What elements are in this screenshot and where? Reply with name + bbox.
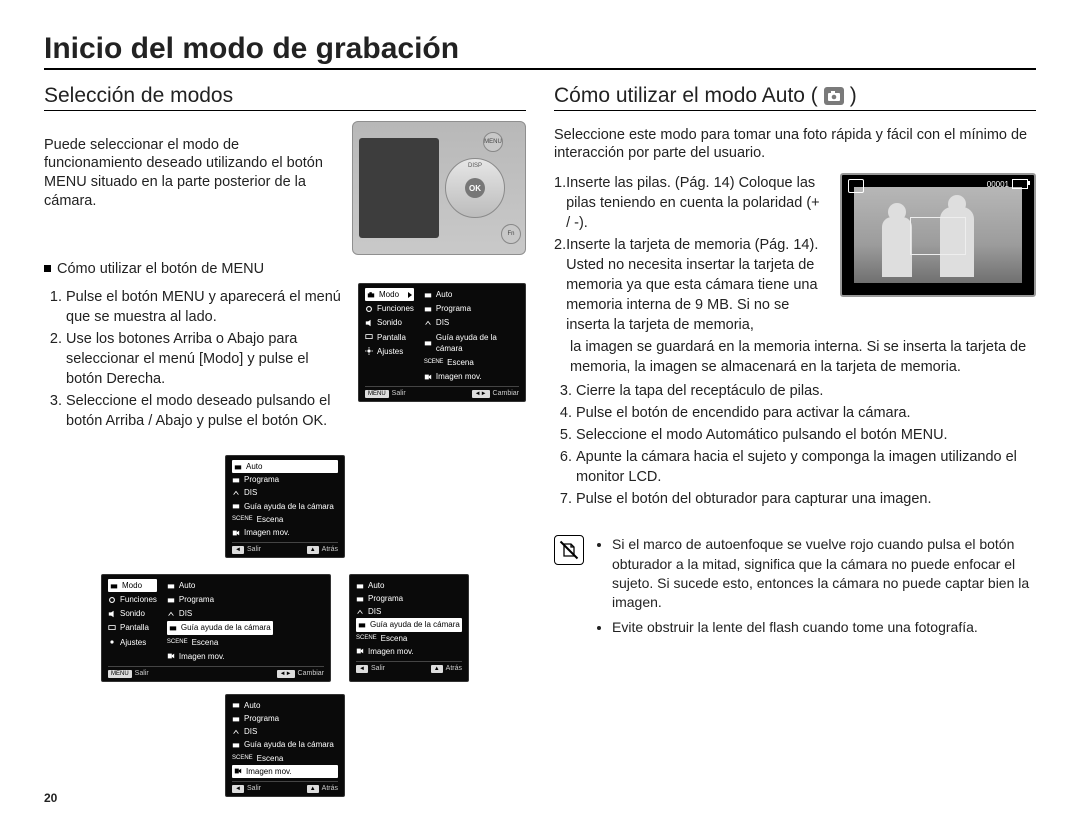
note-1: Si el marco de autoenfoque se vuelve roj… (612, 535, 1036, 612)
fn-button: Fn (501, 224, 521, 244)
display-icon (365, 333, 373, 341)
settings-icon (365, 347, 373, 355)
right-step-1: Inserte las pilas. (Pág. 14) Coloque las… (566, 173, 826, 233)
dis-icon (232, 489, 240, 497)
movie-icon (356, 647, 364, 655)
movie-icon (424, 373, 432, 381)
guide-icon (169, 624, 177, 632)
guide-icon (424, 339, 432, 347)
program-icon (232, 476, 240, 484)
dis-icon (424, 319, 432, 327)
dis-icon (356, 608, 364, 616)
lcd-preview: 00001 (840, 173, 1036, 297)
subject-bride (882, 217, 912, 277)
right-step-6: Apunte la cámara hacia el sujeto y compo… (576, 447, 1036, 487)
auto-mode-icon (824, 87, 844, 105)
dis-icon (232, 728, 240, 736)
osd-modes-auto: Auto Programa DIS Guía ayuda de la cámar… (225, 455, 345, 558)
left-step-3: Seleccione el modo deseado pulsando el b… (66, 391, 344, 431)
movie-icon (232, 529, 240, 537)
note-icon (554, 535, 584, 565)
arrow-down-icon (281, 683, 289, 688)
program-icon (232, 715, 240, 723)
hud-mode-icon (848, 179, 864, 193)
left-step-1: Pulse el botón MENU y aparecerá el menú … (66, 287, 344, 327)
program-icon (356, 595, 364, 603)
camera-back-illustration: OK DISP MENU Fn (352, 121, 526, 255)
osd-mode-sequence: Auto Programa DIS Guía ayuda de la cámar… (44, 449, 526, 803)
osd-modes-guide: Auto Programa DIS Guía ayuda de la cámar… (349, 574, 469, 682)
auto-icon (424, 291, 432, 299)
heading-seleccion-modos: Selección de modos (44, 84, 526, 111)
dis-icon (167, 610, 175, 618)
right-step-2a: Inserte la tarjeta de memoria (Pág. 14).… (566, 235, 826, 335)
sub-heading-menu-button: Cómo utilizar el botón de MENU (44, 261, 526, 277)
note-block: Si el marco de autoenfoque se vuelve roj… (554, 535, 1036, 644)
right-steps-rest: Cierre la tapa del receptáculo de pilas.… (554, 381, 1036, 509)
right-step-4: Pulse el botón de encendido para activar… (576, 403, 1036, 423)
guide-icon (232, 502, 240, 510)
auto-icon (234, 463, 242, 471)
gear-icon (365, 305, 373, 313)
ok-button-label: OK (465, 178, 485, 198)
osd-main-menu: Modo Funciones Sonido Pantalla Ajustes A… (358, 283, 526, 402)
menu-button: MENU (483, 132, 503, 152)
guide-icon (232, 741, 240, 749)
program-icon (167, 596, 175, 604)
auto-icon (167, 582, 175, 590)
camera-icon (367, 291, 375, 299)
heading-modo-auto: Cómo utilizar el modo Auto ( ) (554, 84, 1036, 111)
page-title: Inicio del modo de grabación (44, 32, 1036, 70)
auto-icon (232, 701, 240, 709)
auto-icon (356, 582, 364, 590)
note-2: Evite obstruir la lente del flash cuando… (612, 618, 1036, 637)
intro-left: Puede seleccionar el modo de funcionamie… (44, 136, 340, 211)
dpad-up-label: DISP (468, 163, 482, 169)
movie-icon (167, 652, 175, 660)
dpad: OK DISP (445, 158, 505, 218)
speaker-icon (108, 610, 116, 618)
osd-modes-movie: Auto Programa DIS Guía ayuda de la cámar… (225, 694, 345, 797)
left-step-2: Use los botones Arriba o Abajo para sele… (66, 329, 344, 389)
osd-main-menu-2: Modo Funciones Sonido Pantalla Ajustes A… (101, 574, 331, 682)
right-step-2b: la imagen se guardará en la memoria inte… (570, 337, 1036, 377)
settings-icon (108, 638, 116, 646)
focus-bracket (910, 217, 966, 255)
program-icon (424, 305, 432, 313)
guide-icon (358, 621, 366, 629)
camera-rear-screen (359, 138, 439, 238)
intro-right: Seleccione este modo para tomar una foto… (554, 126, 1036, 164)
gear-icon (108, 596, 116, 604)
right-step-5: Seleccione el modo Automático pulsando e… (576, 425, 1036, 445)
col-right: Cómo utilizar el modo Auto ( ) Seleccion… (554, 84, 1036, 803)
col-left: Selección de modos Puede seleccionar el … (44, 84, 526, 803)
display-icon (108, 624, 116, 632)
hud-status: 00001 (987, 179, 1028, 189)
right-step-3: Cierre la tapa del receptáculo de pilas. (576, 381, 1036, 401)
manual-page: Inicio del modo de grabación Selección d… (0, 0, 1080, 815)
right-step-7: Pulse el botón del obturador para captur… (576, 489, 1036, 509)
battery-icon (1012, 179, 1028, 189)
movie-icon (234, 767, 242, 775)
arrow-up-icon (281, 564, 289, 569)
page-number: 20 (44, 791, 57, 805)
speaker-icon (365, 319, 373, 327)
left-steps: Pulse el botón MENU y aparecerá el menú … (44, 287, 344, 433)
camera-icon (110, 582, 118, 590)
